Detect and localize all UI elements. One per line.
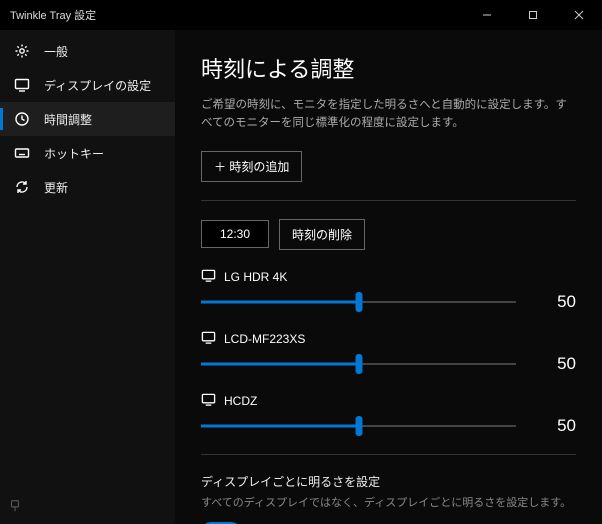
- monitor-header: LG HDR 4K: [201, 268, 576, 286]
- sidebar-item-general[interactable]: 一般: [0, 34, 175, 68]
- sidebar-item-time[interactable]: 時間調整: [0, 102, 175, 136]
- sidebar-item-updates[interactable]: 更新: [0, 170, 175, 204]
- page-heading: 時刻による調整: [201, 52, 576, 84]
- content-area: 時刻による調整 ご希望の時刻に、モニタを指定した明るさへと自動的に設定します。す…: [175, 30, 602, 524]
- sidebar-item-label: ディスプレイの設定: [44, 77, 151, 94]
- sidebar-item-hotkeys[interactable]: ホットキー: [0, 136, 175, 170]
- brightness-value: 50: [536, 354, 576, 374]
- monitor-header: LCD-MF223XS: [201, 330, 576, 348]
- titlebar: Twinkle Tray 設定: [0, 0, 602, 30]
- minimize-button[interactable]: [464, 0, 510, 30]
- sidebar-item-label: 一般: [44, 43, 68, 60]
- brightness-slider[interactable]: [201, 356, 516, 372]
- close-button[interactable]: [556, 0, 602, 30]
- brightness-slider[interactable]: [201, 294, 516, 310]
- per-display-title: ディスプレイごとに明るさを設定: [201, 473, 576, 490]
- monitor-icon: [201, 330, 216, 348]
- keyboard-icon: [14, 145, 30, 161]
- refresh-icon: [14, 179, 30, 195]
- window-title: Twinkle Tray 設定: [10, 7, 96, 23]
- monitor-header: HCDZ: [201, 392, 576, 410]
- time-input[interactable]: 12:30: [201, 220, 269, 248]
- monitor-icon: [14, 77, 30, 93]
- gear-icon: [14, 43, 30, 59]
- divider: [201, 200, 576, 201]
- sidebar-item-label: 更新: [44, 179, 68, 196]
- monitor-name: LCD-MF223XS: [224, 332, 305, 346]
- sidebar-item-displays[interactable]: ディスプレイの設定: [0, 68, 175, 102]
- monitor-icon: [201, 268, 216, 286]
- sidebar-item-label: 時間調整: [44, 111, 92, 128]
- pin-icon[interactable]: [8, 499, 22, 516]
- sidebar-item-label: ホットキー: [44, 145, 104, 162]
- page-description: ご希望の時刻に、モニタを指定した明るさへと自動的に設定します。すべてのモニターを…: [201, 96, 576, 133]
- sidebar: 一般 ディスプレイの設定 時間調整 ホットキー 更新: [0, 30, 175, 524]
- monitor-name: HCDZ: [224, 394, 257, 408]
- window-title-text: Twinkle Tray 設定: [10, 7, 96, 23]
- brightness-value: 50: [536, 416, 576, 436]
- delete-time-button[interactable]: 時刻の削除: [279, 219, 365, 250]
- window-controls: [464, 0, 602, 30]
- add-time-button[interactable]: ＋ 時刻の追加: [201, 151, 302, 182]
- monitor-name: LG HDR 4K: [224, 270, 287, 284]
- per-display-desc: すべてのディスプレイではなく、ディスプレイごとに明るさを設定します。: [201, 494, 576, 510]
- brightness-value: 50: [536, 292, 576, 312]
- brightness-slider[interactable]: [201, 418, 516, 434]
- divider: [201, 454, 576, 455]
- clock-icon: [14, 111, 30, 127]
- monitor-icon: [201, 392, 216, 410]
- maximize-button[interactable]: [510, 0, 556, 30]
